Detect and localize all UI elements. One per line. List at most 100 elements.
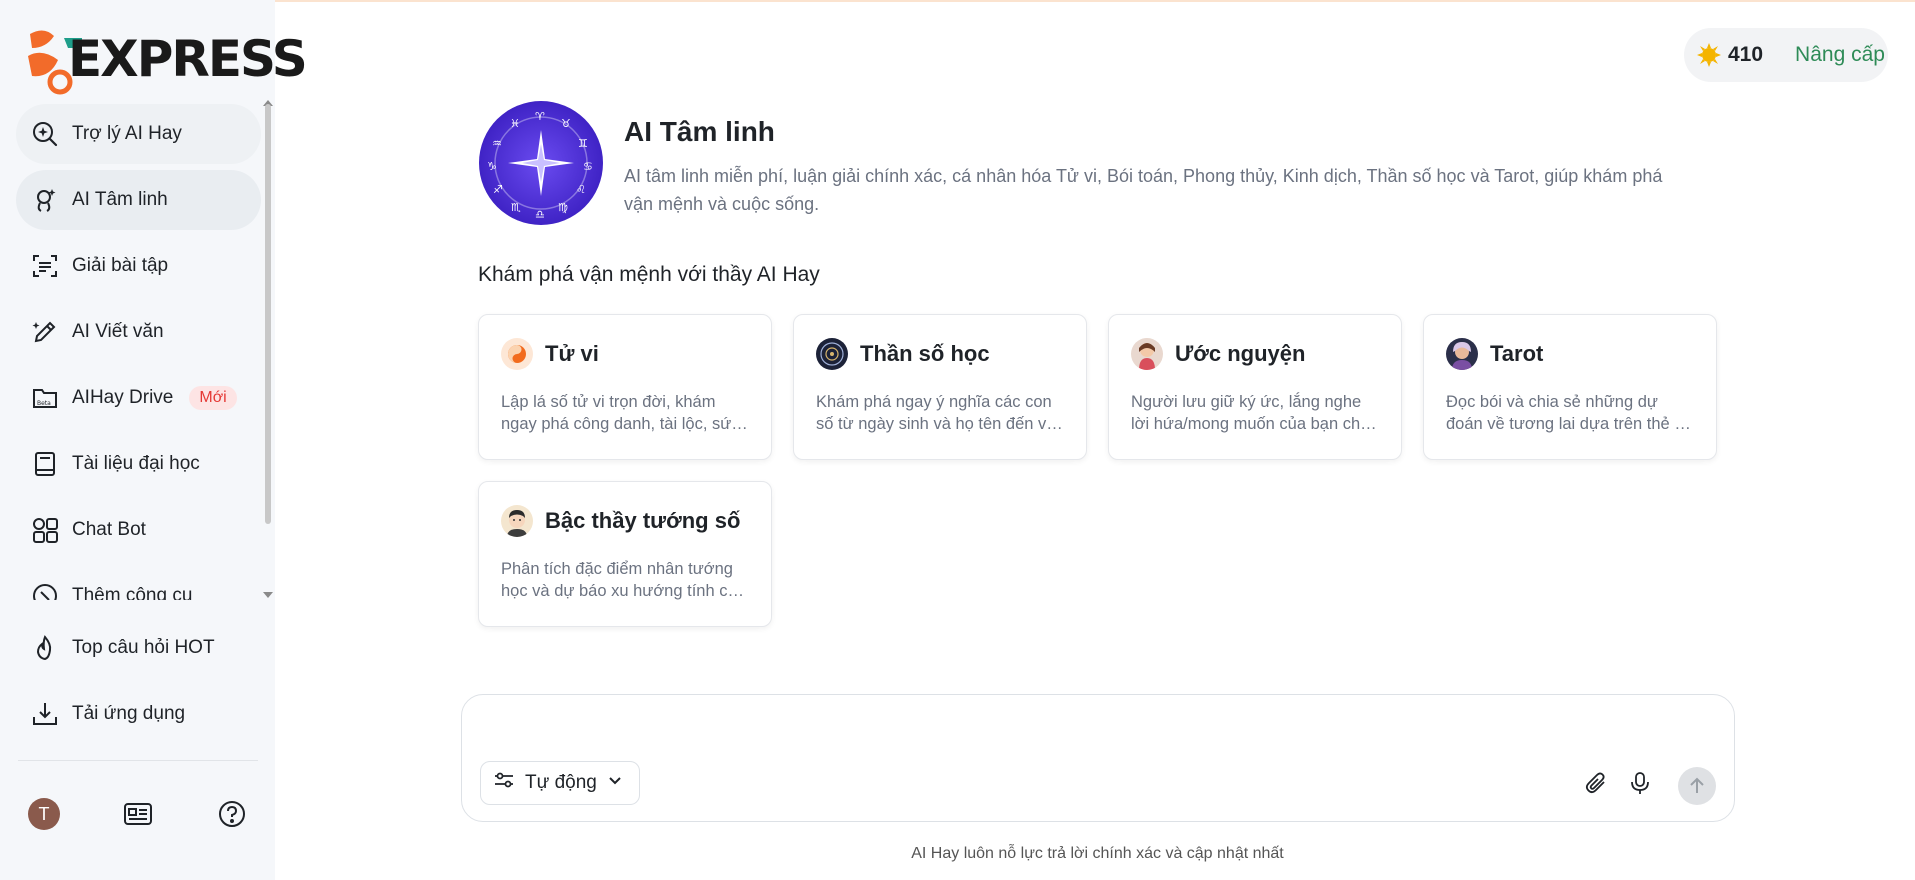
card-title: Thần số học: [860, 341, 990, 366]
logo-wordmark: EXPRESS: [68, 30, 308, 88]
card-description-line: học và dự báo xu hướng tính cách...: [501, 582, 749, 600]
card-description-line: Khám phá ngay ý nghĩa các con: [816, 393, 1052, 411]
card-title: Tử vi: [545, 341, 599, 366]
card-description: Người lưu giữ ký ức, lắng nghe lời hứa/m…: [1131, 391, 1379, 435]
pen-sparkle-icon: [30, 317, 60, 347]
sidebar-item-giai-bai-tap[interactable]: Giải bài tập: [16, 236, 261, 296]
chevron-down-icon: [607, 772, 623, 794]
sidebar-item-label: AI Tâm linh: [72, 189, 168, 210]
svg-text:♐: ♐: [493, 183, 503, 196]
card-description-line: Người lưu giữ ký ức, lắng nghe: [1131, 393, 1362, 411]
sliders-icon: [493, 769, 515, 797]
sidebar-item-label: Tài liệu đại học: [72, 453, 200, 474]
send-button[interactable]: [1678, 767, 1716, 805]
sidebar: EXPRESS Trợ lý AI Hay AI Tâm linh Giải b…: [0, 0, 308, 880]
svg-text:♋: ♋: [583, 160, 593, 173]
sidebar-item-tai-ung-dung[interactable]: Tải ứng dụng: [16, 684, 261, 744]
svg-text:♏: ♏: [511, 201, 521, 214]
sidebar-item-label: Top câu hỏi HOT: [72, 637, 215, 658]
sidebar-item-label: Tải ứng dụng: [72, 703, 186, 724]
ai-search-icon: [30, 119, 60, 149]
card-title: Ước nguyện: [1175, 341, 1306, 366]
page-description: AI tâm linh miễn phí, luận giải chính xá…: [624, 166, 1663, 214]
sidebar-item-label: Chat Bot: [72, 519, 146, 540]
sidebar-scrollbar[interactable]: [265, 104, 271, 524]
svg-text:♌: ♌: [576, 183, 586, 196]
sidebar-item-chat-bot[interactable]: Chat Bot: [16, 500, 261, 560]
download-icon: [30, 699, 60, 729]
svg-text:♓: ♓: [510, 117, 520, 130]
brand-logo[interactable]: EXPRESS: [24, 26, 308, 102]
compass-icon: [30, 581, 60, 600]
yin-yang-icon: [501, 338, 533, 370]
credits-pill: 410 Nâng cấp: [1684, 28, 1888, 82]
card-uoc-nguyen[interactable]: Ước nguyện Người lưu giữ ký ức, lắng ngh…: [1108, 314, 1402, 460]
svg-text:Beta: Beta: [37, 400, 51, 407]
disclaimer-text: AI Hay luôn nỗ lực trả lời chính xác và …: [911, 845, 1284, 862]
sidebar-item-label: AIHay Drive: [72, 387, 174, 408]
help-icon[interactable]: [216, 798, 248, 830]
sidebar-item-top-cau-hoi-hot[interactable]: Top câu hỏi HOT: [16, 618, 261, 678]
svg-text:♑: ♑: [487, 160, 497, 173]
new-badge: Mới: [189, 386, 237, 410]
zodiac-wheel-icon: ♈ ♉ ♊ ♋ ♌ ♍ ♎ ♏ ♐ ♑ ♒ ♓: [479, 101, 603, 225]
sidebar-secondary-nav: Top câu hỏi HOT Tải ứng dụng: [16, 618, 261, 750]
spiritual-icon: [30, 185, 60, 215]
card-description: Đọc bói và chia sẻ những dự đoán về tươn…: [1446, 391, 1694, 435]
sidebar-divider: [18, 760, 258, 761]
card-than-so-hoc[interactable]: Thần số học Khám phá ngay ý nghĩa các co…: [793, 314, 1087, 460]
card-description-line: ngay phá công danh, tài lộc, sức khỏe...: [501, 415, 749, 433]
svg-text:♎: ♎: [535, 208, 545, 221]
card-description: Khám phá ngay ý nghĩa các con số từ ngày…: [816, 391, 1064, 435]
sidebar-item-ai-tam-linh[interactable]: AI Tâm linh: [16, 170, 261, 230]
numerology-icon: [816, 338, 848, 370]
card-tarot[interactable]: Tarot Đọc bói và chia sẻ những dự đoán v…: [1423, 314, 1717, 460]
scroll-down-arrow[interactable]: [263, 592, 273, 598]
sidebar-item-label: AI Viết văn: [72, 321, 164, 342]
section-title: Khám phá vận mệnh với thầy AI Hay: [478, 263, 820, 286]
sidebar-item-tai-lieu-dai-hoc[interactable]: Tài liệu đại học: [16, 434, 261, 494]
apps-grid-icon: [30, 515, 60, 545]
wish-girl-avatar-icon: [1131, 338, 1163, 370]
svg-text:♉: ♉: [561, 117, 571, 130]
card-description: Lập lá số tử vi trọn đời, khám ngay phá …: [501, 391, 749, 435]
mode-label: Tự động: [525, 772, 597, 793]
scan-doc-icon: [30, 251, 60, 281]
card-description-line: lời hứa/mong muốn của bạn cho tương lai.…: [1131, 415, 1379, 433]
card-title: Bậc thầy tướng số: [545, 508, 741, 533]
card-title: Tarot: [1490, 341, 1544, 366]
sidebar-footer: T: [28, 798, 258, 830]
sidebar-item-them-cong-cu[interactable]: Thêm công cụ: [16, 566, 261, 600]
svg-text:♍: ♍: [558, 201, 568, 214]
credits-count: 410: [1728, 43, 1764, 66]
sidebar-item-aihay-drive[interactable]: Beta AIHay Drive Mới: [16, 368, 261, 428]
upgrade-button[interactable]: Nâng cấp: [1795, 43, 1885, 67]
svg-text:♊: ♊: [578, 137, 588, 150]
sidebar-item-tro-ly-ai-hay[interactable]: Trợ lý AI Hay: [16, 104, 261, 164]
chat-composer[interactable]: Tự động: [461, 694, 1735, 822]
card-tu-vi[interactable]: Tử vi Lập lá số tử vi trọn đời, khám nga…: [478, 314, 772, 460]
card-description-line: Đọc bói và chia sẻ những dự: [1446, 393, 1658, 411]
card-bac-thay-tuong-so[interactable]: Bậc thầy tướng số Phân tích đặc điểm nhâ…: [478, 481, 772, 627]
sun-coin-icon: [1697, 43, 1721, 67]
card-description-line: đoán về tương lai dựa trên thẻ bài...: [1446, 415, 1694, 433]
attach-icon[interactable]: [1578, 765, 1614, 801]
card-description-line: Lập lá số tử vi trọn đời, khám: [501, 393, 716, 411]
fire-icon: [30, 633, 60, 663]
card-description-line: Phân tích đặc điểm nhân tướng: [501, 560, 733, 578]
card-description: Phân tích đặc điểm nhân tướng học và dự …: [501, 558, 749, 602]
mode-selector[interactable]: Tự động: [480, 761, 640, 805]
card-description-line: số từ ngày sinh và họ tên đến vận mệnh..…: [816, 415, 1064, 433]
sidebar-item-ai-viet-van[interactable]: AI Viết văn: [16, 302, 261, 362]
user-avatar[interactable]: T: [28, 798, 60, 830]
sidebar-item-label: Giải bài tập: [72, 255, 169, 276]
sidebar-item-label: Thêm công cụ: [72, 585, 193, 600]
tarot-reader-avatar-icon: [1446, 338, 1478, 370]
top-accent-line: [0, 0, 1915, 2]
sidebar-item-label: Trợ lý AI Hay: [72, 123, 182, 144]
book-icon: [30, 449, 60, 479]
fortune-master-avatar-icon: [501, 505, 533, 537]
microphone-icon[interactable]: [1622, 765, 1658, 801]
drive-folder-icon: Beta: [30, 383, 60, 413]
news-icon[interactable]: [122, 798, 154, 830]
